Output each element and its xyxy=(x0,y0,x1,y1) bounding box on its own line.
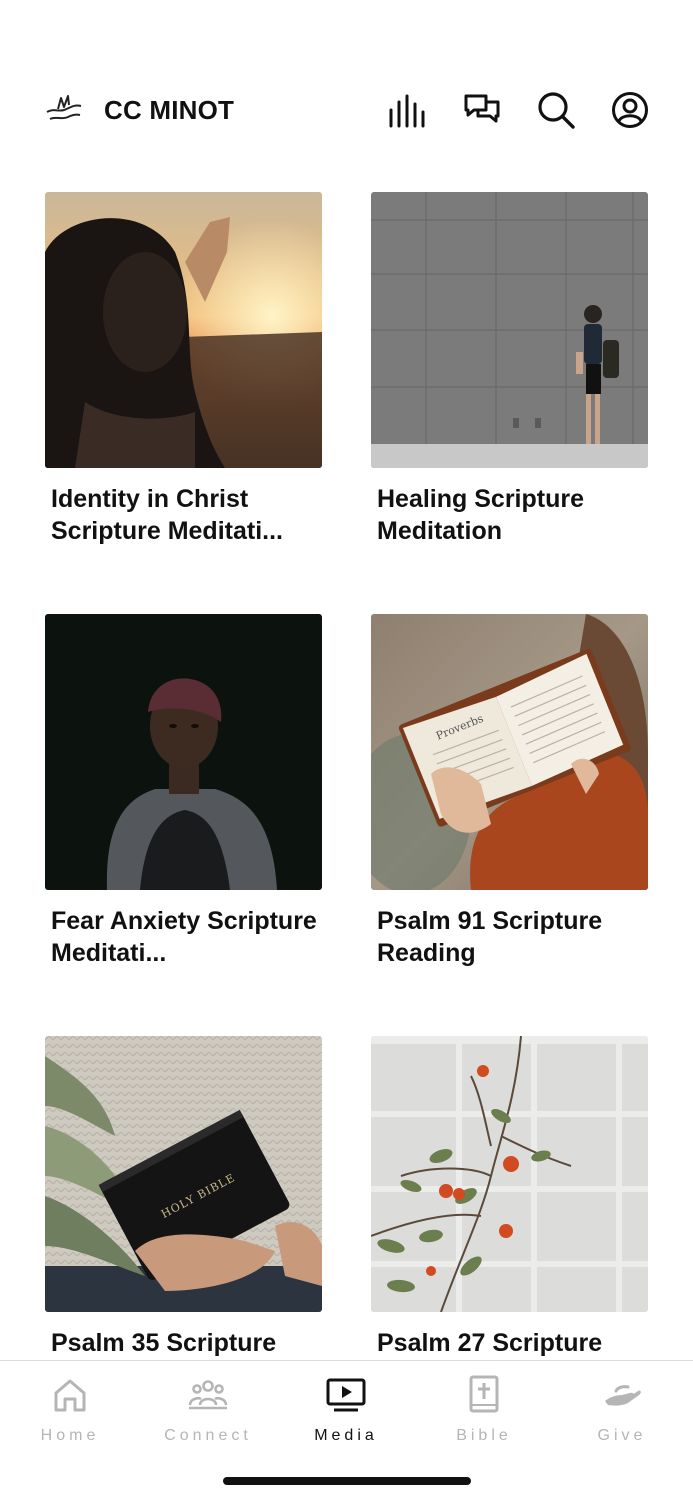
media-card-title: Psalm 27 Scripture xyxy=(377,1329,603,1357)
media-card-title: Fear Anxiety Scripture Meditati... xyxy=(51,907,317,967)
media-thumbnail[interactable] xyxy=(45,614,322,890)
tab-give[interactable]: Give xyxy=(553,1371,691,1451)
logo-icon[interactable] xyxy=(44,92,84,128)
give-hand-icon xyxy=(605,1385,641,1406)
tab-connect[interactable]: Connect xyxy=(139,1371,277,1451)
app-title: CC MINOT xyxy=(104,95,235,125)
media-card-identity-in-christ[interactable]: Identity in Christ Scripture Meditati... xyxy=(45,192,322,547)
tv-play-icon xyxy=(326,1378,366,1412)
bible-icon xyxy=(469,1375,499,1413)
chat-icon[interactable] xyxy=(462,90,502,130)
app-header: CC MINOT xyxy=(0,0,693,170)
tab-home[interactable]: Home xyxy=(1,1371,139,1451)
media-thumbnail[interactable] xyxy=(45,192,322,468)
media-card-title: Healing Scripture Meditation xyxy=(377,485,584,545)
home-icon xyxy=(54,1379,86,1412)
media-card-psalm-91[interactable]: Proverbs Psalm 91 Scripture Reading xyxy=(371,614,648,969)
tab-label: Home xyxy=(40,1427,100,1444)
media-card-healing[interactable]: Healing Scripture Meditation xyxy=(371,192,648,547)
tab-label: Bible xyxy=(456,1427,512,1444)
people-icon xyxy=(188,1380,228,1410)
tab-label: Connect xyxy=(164,1427,252,1444)
tab-media[interactable]: Media xyxy=(277,1371,415,1451)
tab-label: Media xyxy=(314,1427,378,1444)
profile-icon[interactable] xyxy=(610,90,650,130)
tab-bible[interactable]: Bible xyxy=(415,1371,553,1451)
home-indicator[interactable] xyxy=(223,1477,471,1485)
media-thumbnail[interactable] xyxy=(371,192,648,468)
media-card-title: Identity in Christ Scripture Meditati... xyxy=(51,485,283,545)
media-grid: Identity in Christ Scripture Meditati... xyxy=(0,192,693,1360)
live-audio-icon[interactable] xyxy=(388,90,428,130)
search-icon[interactable] xyxy=(536,90,576,130)
media-card-psalm-35[interactable]: HOLY BIBLE Psalm 35 Scripture xyxy=(45,1036,322,1359)
media-thumbnail[interactable] xyxy=(371,1036,648,1312)
media-card-title: Psalm 91 Scripture Reading xyxy=(377,907,603,967)
tab-label: Give xyxy=(597,1427,647,1444)
media-thumbnail[interactable]: Proverbs xyxy=(371,614,648,890)
media-card-psalm-27[interactable]: Psalm 27 Scripture xyxy=(371,1036,648,1359)
media-thumbnail[interactable]: HOLY BIBLE xyxy=(45,1036,322,1312)
media-card-fear-anxiety[interactable]: Fear Anxiety Scripture Meditati... xyxy=(45,614,322,969)
media-card-title: Psalm 35 Scripture xyxy=(51,1329,277,1357)
